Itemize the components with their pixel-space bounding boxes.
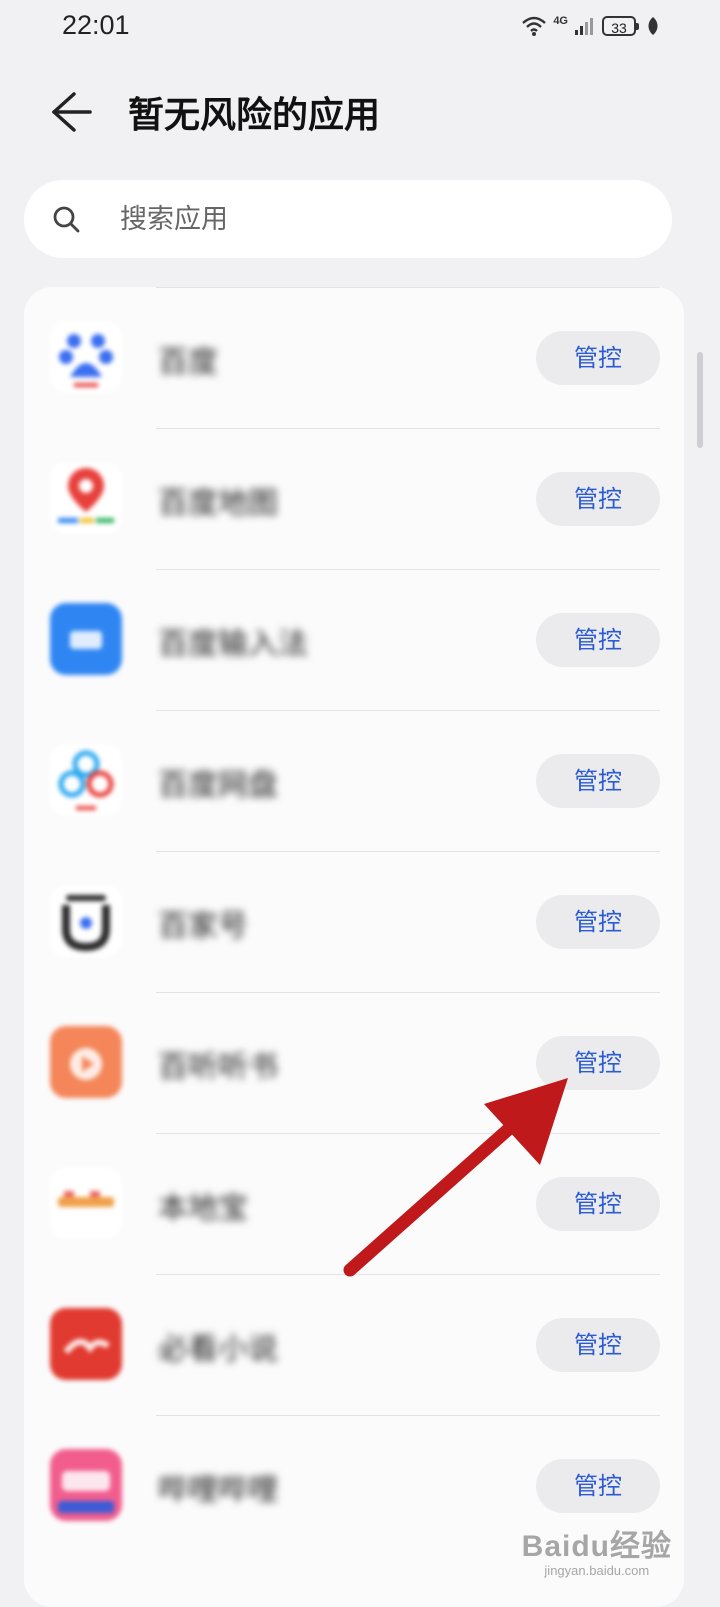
list-item: 百度网盘 管控 (24, 710, 684, 851)
manage-button[interactable]: 管控 (536, 1318, 660, 1372)
divider (156, 851, 660, 852)
baiting-icon (50, 1026, 122, 1098)
battery-icon: 33 (602, 16, 639, 36)
status-bar: 22:01 4G 33 (0, 0, 720, 56)
manage-button[interactable]: 管控 (536, 472, 660, 526)
watermark-url: jingyan.baidu.com (544, 1563, 650, 1578)
divider (156, 992, 660, 993)
scrollbar[interactable] (697, 352, 703, 448)
watermark: Baidu经验 jingyan.baidu.com (522, 1521, 672, 1578)
baidu-map-icon (50, 462, 122, 534)
search-bar[interactable] (24, 180, 672, 258)
list-item: 百度输入法 管控 (24, 569, 684, 710)
manage-button[interactable]: 管控 (536, 1036, 660, 1090)
divider (156, 1415, 660, 1416)
watermark-logo: Baidu经验 (521, 1530, 672, 1563)
list-item: 本地宝 管控 (24, 1133, 684, 1274)
list-item: 必看小说 管控 (24, 1274, 684, 1415)
signal-icon (575, 18, 593, 35)
app-name: 百听听书 (158, 1050, 278, 1085)
manage-button[interactable]: 管控 (536, 1177, 660, 1231)
manage-button[interactable]: 管控 (536, 754, 660, 808)
baidu-input-icon (50, 603, 122, 675)
wifi-icon (522, 16, 547, 36)
bendibao-icon (50, 1167, 122, 1239)
divider (156, 287, 660, 288)
app-name: 本地宝 (158, 1191, 248, 1226)
app-name: 哔哩哔哩 (158, 1473, 278, 1508)
manage-button[interactable]: 管控 (536, 895, 660, 949)
app-list: 百度 管控 百度地图 管控 百度输入法 管控 百度网盘 管控 百家号 管控 百听… (24, 287, 684, 1607)
search-icon (53, 206, 80, 233)
manage-button[interactable]: 管控 (536, 331, 660, 385)
baijiahao-icon (50, 885, 122, 957)
divider (156, 569, 660, 570)
divider (156, 710, 660, 711)
manage-button[interactable]: 管控 (536, 1459, 660, 1513)
list-item: 百度地图 管控 (24, 428, 684, 569)
divider (156, 428, 660, 429)
baidu-netdisk-icon (50, 744, 122, 816)
baidu-icon (50, 321, 122, 393)
bikan-icon (50, 1308, 122, 1380)
leaf-icon (648, 17, 658, 35)
back-arrow-icon (52, 92, 92, 132)
app-name: 必看小说 (158, 1332, 278, 1367)
app-name: 百家号 (158, 909, 248, 944)
divider (156, 1274, 660, 1275)
status-icons: 4G 33 (521, 12, 660, 40)
network-type: 4G (553, 15, 568, 27)
app-name: 百度网盘 (158, 768, 278, 803)
search-input[interactable] (94, 180, 634, 258)
app-name: 百度 (158, 345, 218, 380)
page-title: 暂无风险的应用 (128, 95, 381, 136)
list-item: 百听听书 管控 (24, 992, 684, 1133)
divider (156, 1133, 660, 1134)
bilibili-icon (50, 1449, 122, 1521)
back-button[interactable] (44, 84, 100, 140)
manage-button[interactable]: 管控 (536, 613, 660, 667)
list-item: 百家号 管控 (24, 851, 684, 992)
header: 暂无风险的应用 (0, 70, 720, 150)
list-item: 百度 管控 (24, 287, 684, 428)
app-name: 百度输入法 (158, 627, 308, 662)
app-name: 百度地图 (158, 486, 278, 521)
status-time: 22:01 (62, 10, 130, 40)
